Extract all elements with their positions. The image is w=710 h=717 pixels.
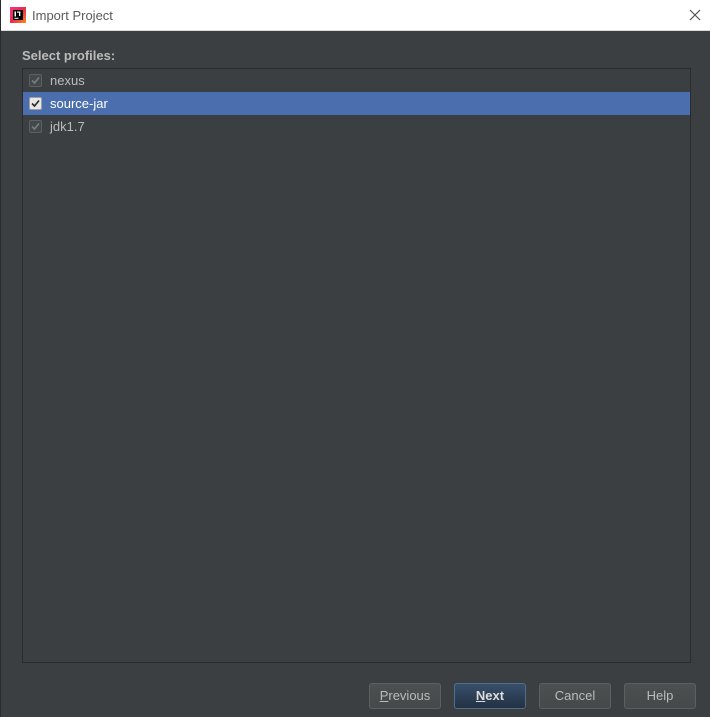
next-mnemonic: N — [475, 688, 486, 703]
close-icon — [689, 9, 701, 21]
profile-checkbox[interactable] — [29, 74, 42, 87]
intellij-idea-icon — [10, 7, 26, 23]
next-label: ext — [485, 688, 505, 703]
cancel-button[interactable]: Cancel — [539, 683, 611, 709]
profile-checkbox[interactable] — [29, 97, 42, 110]
checkmark-icon — [31, 99, 40, 108]
profile-item-nexus[interactable]: nexus — [23, 69, 690, 92]
profile-item-source-jar[interactable]: source-jar — [23, 92, 690, 115]
close-button[interactable] — [679, 0, 710, 30]
checkmark-icon — [31, 122, 40, 131]
profile-list[interactable]: nexus source-jar jdk1.7 — [22, 68, 691, 663]
profile-checkbox[interactable] — [29, 120, 42, 133]
dialog-title: Import Project — [32, 8, 113, 23]
previous-label: revious — [388, 688, 431, 703]
profile-item-jdk1.7[interactable]: jdk1.7 — [23, 115, 690, 138]
profile-label: source-jar — [50, 96, 108, 111]
previous-button[interactable]: Previous — [369, 683, 441, 709]
checkmark-icon — [31, 76, 40, 85]
next-button[interactable]: Next — [454, 683, 526, 709]
help-button[interactable]: Help — [624, 683, 696, 709]
title-bar: Import Project — [1, 0, 710, 31]
profile-label: jdk1.7 — [50, 119, 85, 134]
select-profiles-label: Select profiles: — [22, 48, 116, 63]
profile-label: nexus — [50, 73, 85, 88]
import-project-dialog: Import Project Select profiles: nexus so… — [0, 0, 710, 717]
